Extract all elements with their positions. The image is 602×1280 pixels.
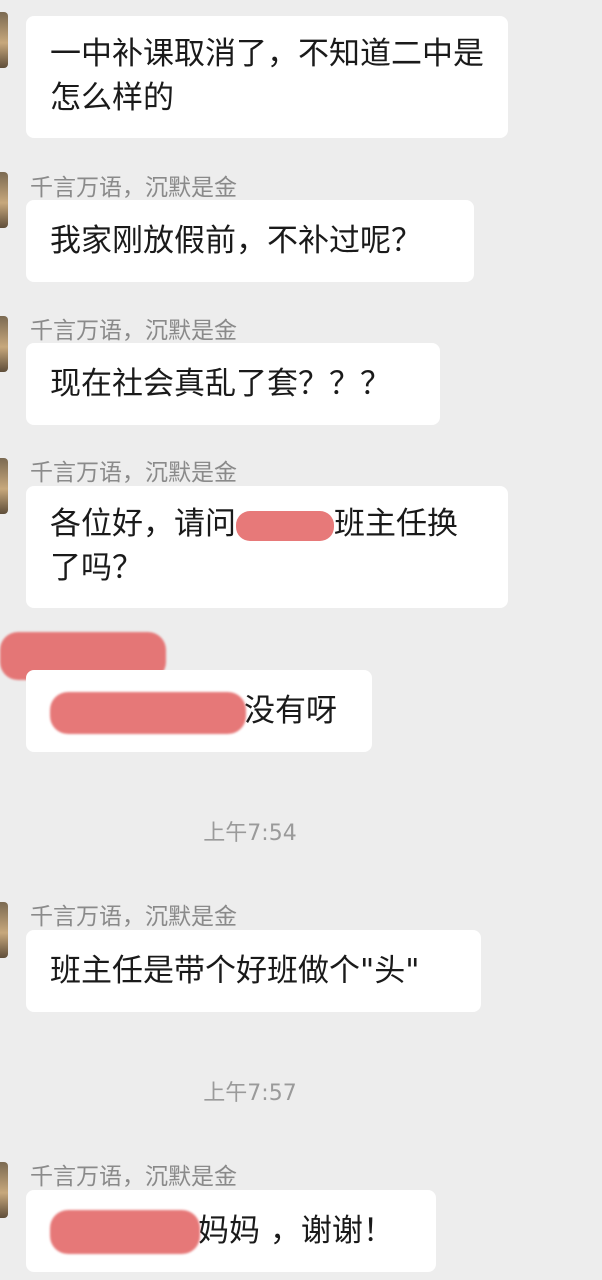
sender-name: 千言万语，沉默是金: [30, 318, 237, 344]
message-bubble[interactable]: 没有呀: [26, 670, 372, 752]
timestamp: 上午7:57: [203, 1081, 297, 1106]
sender-name: 千言万语，沉默是金: [30, 1164, 237, 1190]
message-bubble[interactable]: 妈妈 ，谢谢！: [26, 1190, 436, 1272]
message-text: 我家刚放假前，不补过呢？: [50, 223, 422, 259]
avatar[interactable]: [0, 1162, 8, 1218]
avatar[interactable]: [0, 458, 8, 514]
redacted-mention: [50, 692, 246, 734]
avatar[interactable]: [0, 316, 8, 372]
message-bubble[interactable]: 班主任是带个好班做个"头": [26, 930, 481, 1012]
message-text-part: 各位好，请问: [50, 506, 236, 542]
timestamp: 上午7:54: [203, 821, 297, 846]
message-bubble[interactable]: 我家刚放假前，不补过呢？: [26, 200, 474, 282]
chat-window[interactable]: 一中补课取消了，不知道二中是怎么样的 千言万语，沉默是金 我家刚放假前，不补过呢…: [0, 0, 602, 1280]
redacted-text: [236, 510, 334, 541]
avatar[interactable]: [0, 172, 8, 228]
message-text: 现在社会真乱了套？？？: [50, 366, 391, 402]
message-text: 班主任是带个好班做个"头": [50, 953, 420, 989]
avatar[interactable]: [0, 12, 8, 68]
message-bubble[interactable]: 各位好，请问 班主任换了吗？: [26, 486, 508, 608]
sender-name: 千言万语，沉默是金: [30, 175, 237, 201]
message-text: 一中补课取消了，不知道二中是怎么样的: [50, 36, 484, 116]
redacted-mention: [50, 1210, 200, 1254]
message-bubble[interactable]: 一中补课取消了，不知道二中是怎么样的: [26, 16, 508, 138]
sender-name: 千言万语，沉默是金: [30, 460, 237, 486]
avatar[interactable]: [0, 902, 8, 958]
message-bubble[interactable]: 现在社会真乱了套？？？: [26, 343, 440, 425]
sender-name: 千言万语，沉默是金: [30, 904, 237, 930]
message-text: 各位好，请问 班主任换了吗？: [50, 502, 484, 590]
